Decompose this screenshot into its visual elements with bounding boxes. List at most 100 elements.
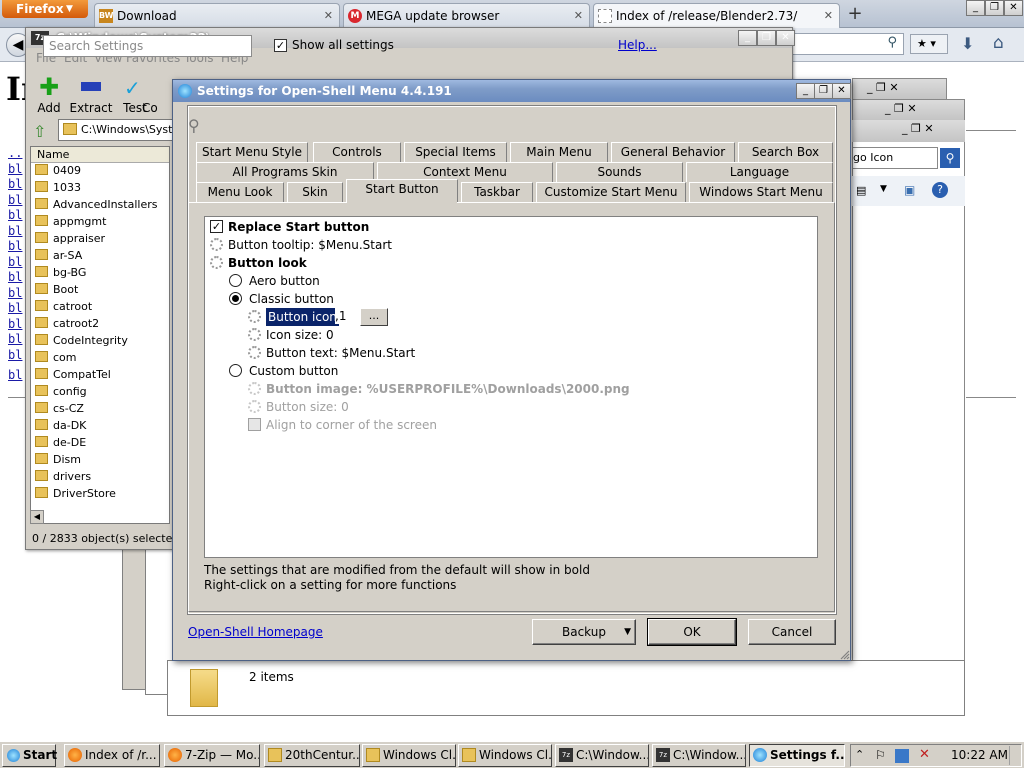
list-item[interactable]: bg-BG [35, 264, 86, 281]
aero-button-option[interactable]: Aero button [228, 272, 528, 290]
list-item[interactable]: drivers [35, 468, 91, 485]
aero-radio[interactable] [229, 274, 242, 287]
taskbar-item[interactable]: Windows Cl... [458, 744, 552, 767]
classic-radio[interactable] [229, 292, 242, 305]
window-controls[interactable]: _ ❐ ✕ [867, 81, 899, 94]
window-controls[interactable]: _ ❐ ✕ [902, 122, 934, 135]
minimize-button[interactable]: _ [796, 83, 815, 99]
file-link[interactable]: bl [8, 177, 22, 193]
tab-taskbar[interactable]: Taskbar [461, 182, 533, 202]
close-icon[interactable]: ✕ [574, 4, 583, 28]
file-link[interactable]: bl [8, 301, 22, 317]
button-look-setting[interactable]: Button look [209, 254, 509, 272]
taskbar-item[interactable]: 7z C:\Window... [555, 744, 649, 767]
window-controls[interactable]: _ ❐ ✕ [885, 102, 917, 115]
homepage-link[interactable]: Open-Shell Homepage [188, 625, 323, 639]
button-icon-setting[interactable]: Button icon [247, 308, 339, 326]
list-item[interactable]: cs-CZ [35, 400, 84, 417]
tab-general-behavior[interactable]: General Behavior [611, 142, 735, 162]
tab-special-items[interactable]: Special Items [404, 142, 507, 162]
file-link[interactable]: bl [8, 239, 22, 255]
list-item[interactable]: ar-SA [35, 247, 82, 264]
list-item[interactable]: CodeIntegrity [35, 332, 128, 349]
replace-start-checkbox[interactable]: ✓ [210, 220, 223, 233]
tab-download[interactable]: BW Download ✕ [94, 3, 340, 28]
icon-size-setting[interactable]: Icon size: 0 [247, 326, 547, 344]
download-icon[interactable]: ⬇ [961, 34, 974, 53]
file-link[interactable]: bl [8, 286, 22, 302]
tab-blender-index[interactable]: Index of /release/Blender2.73/ ✕ [593, 3, 840, 28]
help-icon[interactable]: ? [932, 182, 948, 198]
close-button[interactable]: ✕ [776, 30, 795, 46]
view-icon[interactable]: ▤ [856, 184, 866, 197]
parent-dir-link[interactable]: .. [8, 146, 22, 162]
list-item[interactable]: catroot2 [35, 315, 99, 332]
list-item[interactable]: Dism [35, 451, 81, 468]
list-item[interactable]: Boot [35, 281, 78, 298]
start-button[interactable]: Start [2, 744, 57, 767]
tab-language[interactable]: Language [686, 162, 833, 182]
close-button[interactable]: ✕ [1004, 0, 1023, 16]
file-link[interactable]: bl [8, 317, 22, 333]
list-item[interactable]: appraiser [35, 230, 105, 247]
tab-controls[interactable]: Controls [313, 142, 401, 162]
bookmark-button[interactable]: ★ ▾ [910, 34, 948, 54]
button-icon-input[interactable]: ,1 [335, 308, 355, 324]
scroll-left-button[interactable]: ◀ [30, 510, 44, 524]
minimize-button[interactable]: _ [738, 30, 757, 46]
firefox-menu-button[interactable]: Firefox ▼ [2, 0, 88, 18]
search-input[interactable]: ⚲ [780, 33, 904, 55]
new-tab-button[interactable]: + [842, 4, 868, 26]
close-icon[interactable]: ✕ [824, 4, 833, 28]
taskbar-item-active[interactable]: Settings f... [749, 744, 845, 767]
show-all-settings-checkbox[interactable]: ✓ [274, 39, 287, 52]
list-item[interactable]: 0409 [35, 162, 81, 179]
address-field[interactable]: C:\Windows\Syste [58, 119, 179, 141]
list-item[interactable]: catroot [35, 298, 92, 315]
backup-button[interactable]: Backup ▼ [532, 619, 636, 645]
tab-start-button[interactable]: Start Button [346, 179, 458, 202]
button-tooltip-setting[interactable]: Button tooltip: $Menu.Start [209, 236, 509, 254]
taskbar-item[interactable]: Windows Cl... [362, 744, 456, 767]
tab-mega[interactable]: M MEGA update browser ✕ [343, 3, 590, 28]
maximize-button[interactable]: ❐ [985, 0, 1004, 16]
cancel-button[interactable]: Cancel [748, 619, 836, 645]
file-link[interactable]: bl [8, 270, 22, 286]
chevron-down-icon[interactable]: ▼ [880, 184, 887, 194]
tab-skin[interactable]: Skin [287, 182, 343, 202]
file-link[interactable]: bl [8, 193, 22, 209]
browse-icon-button[interactable]: ... [360, 308, 388, 326]
close-button[interactable]: ✕ [832, 83, 851, 99]
home-icon[interactable]: ⌂ [993, 33, 1004, 53]
flag-icon[interactable]: ⚐ [875, 748, 886, 762]
file-link[interactable]: bl [8, 348, 22, 364]
ok-button[interactable]: OK [647, 618, 737, 646]
list-item[interactable]: com [35, 349, 77, 366]
tab-menu-look[interactable]: Menu Look [196, 182, 284, 202]
replace-start-button-setting[interactable]: ✓ Replace Start button [209, 218, 509, 236]
file-link[interactable]: bl [8, 224, 22, 240]
file-link[interactable]: bl [8, 368, 22, 384]
column-header-name[interactable]: Name [31, 147, 169, 163]
tab-customize-start-menu[interactable]: Customize Start Menu [536, 182, 686, 202]
taskbar-item[interactable]: 20thCentur... [264, 744, 360, 767]
up-folder-icon[interactable]: ⇧ [33, 122, 53, 142]
list-item[interactable]: config [35, 383, 87, 400]
tab-windows-start-menu[interactable]: Windows Start Menu [689, 182, 833, 202]
close-icon[interactable]: ✕ [324, 4, 333, 28]
maximize-button[interactable]: ❐ [814, 83, 833, 99]
explorer-search-field[interactable]: go Icon [852, 147, 938, 169]
tab-main-menu[interactable]: Main Menu [510, 142, 608, 162]
tab-start-menu-style[interactable]: Start Menu Style [196, 142, 308, 162]
file-link[interactable]: bl [8, 255, 22, 271]
taskbar-item[interactable]: 7z C:\Window... [652, 744, 746, 767]
maximize-button[interactable]: ❐ [757, 30, 776, 46]
list-item[interactable]: appmgmt [35, 213, 106, 230]
file-link[interactable]: bl [8, 208, 22, 224]
list-item[interactable]: da-DK [35, 417, 86, 434]
taskbar-item[interactable]: Index of /r... [64, 744, 160, 767]
custom-radio[interactable] [229, 364, 242, 377]
tab-search-box[interactable]: Search Box [738, 142, 833, 162]
minimize-button[interactable]: _ [966, 0, 985, 16]
tab-sounds[interactable]: Sounds [556, 162, 683, 182]
